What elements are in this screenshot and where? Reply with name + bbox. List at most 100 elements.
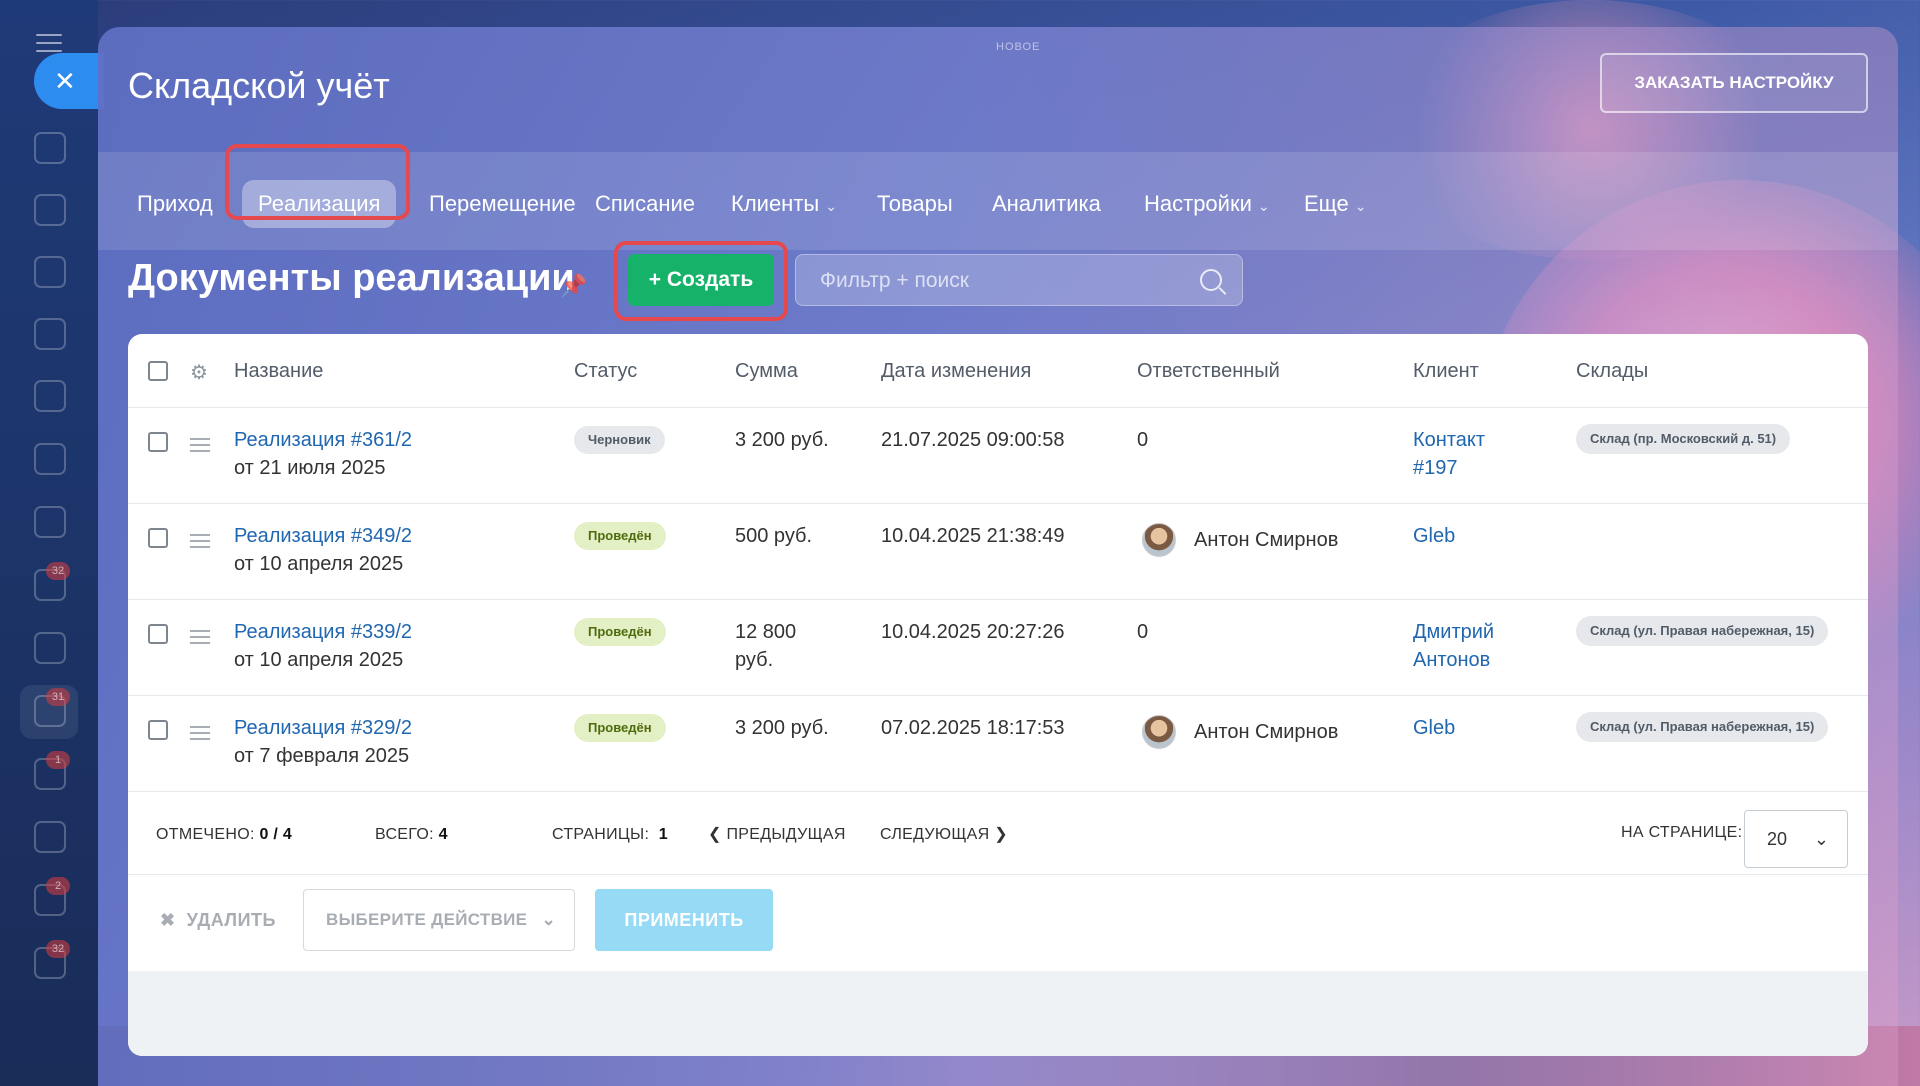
client-link[interactable]: Дмитрий — [1413, 618, 1494, 646]
column-responsible[interactable]: Ответственный — [1137, 334, 1280, 408]
table-row[interactable]: Реализация #361/2 от 21 июля 2025 Чернов… — [128, 408, 1868, 504]
table-row[interactable]: Реализация #329/2 от 7 февраля 2025 Пров… — [128, 696, 1868, 792]
drag-handle-icon[interactable] — [190, 726, 210, 744]
grid-header: ⚙ Название Статус Сумма Дата изменения О… — [128, 334, 1868, 408]
sum-value: 3 200 руб. — [735, 429, 829, 451]
drag-handle-icon[interactable] — [190, 534, 210, 552]
modified-date: 10.04.2025 21:38:49 — [881, 525, 1065, 547]
warehouse-badge: Склад (ул. Правая набережная, 15) — [1576, 712, 1829, 742]
selected-label: ОТМЕЧЕНО: — [156, 826, 255, 843]
row-checkbox[interactable] — [148, 720, 168, 740]
document-date: от 21 июля 2025 — [234, 457, 386, 479]
tab-tovary[interactable]: Товары — [861, 180, 969, 228]
per-page-value: 20 — [1767, 829, 1788, 849]
highlight-frame — [225, 144, 410, 220]
column-warehouses[interactable]: Склады — [1576, 334, 1648, 408]
delete-button[interactable]: ✖ УДАЛИТЬ — [160, 875, 276, 965]
chat-icon[interactable] — [34, 256, 66, 288]
chevron-down-icon: ⌄ — [541, 910, 556, 929]
search-placeholder: Фильтр + поиск — [820, 269, 969, 292]
column-client[interactable]: Клиент — [1413, 334, 1479, 408]
chevron-down-icon: ⌄ — [1354, 198, 1367, 214]
tab-label: Приход — [137, 191, 213, 216]
prev-page-button[interactable]: ❮ ПРЕДЫДУЩАЯ — [708, 795, 846, 875]
tab-label: Товары — [877, 191, 953, 216]
status-badge: Проведён — [574, 522, 666, 550]
table-row[interactable]: Реализация #339/2 от 10 апреля 2025 Пров… — [128, 600, 1868, 696]
order-setup-button[interactable]: ЗАКАЗАТЬ НАСТРОЙКУ — [1600, 53, 1868, 113]
column-sum[interactable]: Сумма — [735, 334, 798, 408]
tab-peremeshchenie[interactable]: Перемещение — [413, 180, 592, 228]
per-page-select[interactable]: 20 ⌄ — [1744, 810, 1848, 868]
gear-icon[interactable]: ⚙ — [190, 360, 208, 385]
tasks-badge: 32 — [46, 562, 70, 580]
sum-value: 500 руб. — [735, 525, 813, 547]
responsible: 0 — [1137, 429, 1149, 451]
column-modified[interactable]: Дата изменения — [881, 334, 1031, 408]
apply-button[interactable]: ПРИМЕНИТЬ — [595, 889, 773, 951]
row-checkbox[interactable] — [148, 432, 168, 452]
selected-count: ОТМЕЧЕНО: 0 / 4 — [156, 795, 292, 875]
tab-label: Настройки — [1144, 191, 1252, 216]
row-checkbox[interactable] — [148, 624, 168, 644]
pin-icon[interactable]: 📌 — [560, 273, 587, 299]
table-row[interactable]: Реализация #349/2 от 10 апреля 2025 Пров… — [128, 504, 1868, 600]
tab-nastroyki[interactable]: Настройки ⌄ — [1128, 180, 1286, 228]
select-all-checkbox[interactable] — [148, 361, 168, 381]
tab-spisanie[interactable]: Списание — [579, 180, 711, 228]
action-select[interactable]: ВЫБЕРИТЕ ДЕЙСТВИЕ ⌄ — [303, 889, 575, 951]
people-icon[interactable] — [34, 632, 66, 664]
document-link[interactable]: Реализация #329/2 — [234, 714, 412, 742]
document-link[interactable]: Реализация #361/2 — [234, 426, 412, 454]
column-name[interactable]: Название — [234, 334, 323, 408]
client-link[interactable]: Gleb — [1413, 522, 1455, 550]
warehouse-badge: Склад (ул. Правая набережная, 15) — [1576, 616, 1829, 646]
per-page-label: НА СТРАНИЦЕ: — [1621, 824, 1743, 841]
sum-value: 12 800 — [735, 621, 797, 643]
avatar[interactable] — [1142, 715, 1176, 749]
row-checkbox[interactable] — [148, 528, 168, 548]
document-icon[interactable] — [34, 380, 66, 412]
chevron-down-icon: ⌄ — [1813, 829, 1829, 849]
selected-value: 0 / 4 — [259, 826, 293, 843]
tab-analitika[interactable]: Аналитика — [976, 180, 1117, 228]
tab-prikhod[interactable]: Приход — [121, 180, 229, 228]
tab-eshche[interactable]: Еще ⌄ — [1288, 180, 1383, 228]
status-badge: Проведён — [574, 618, 666, 646]
feed-icon[interactable] — [34, 194, 66, 226]
pages-count: СТРАНИЦЫ: 1 — [552, 795, 668, 875]
responsible[interactable]: Антон Смирнов — [1194, 526, 1338, 554]
document-link[interactable]: Реализация #349/2 — [234, 522, 412, 550]
tab-label: Еще — [1304, 191, 1349, 216]
drag-handle-icon[interactable] — [190, 438, 210, 456]
next-label: СЛЕДУЮЩАЯ — [880, 826, 990, 843]
crm-badge: 31 — [46, 688, 70, 706]
robot-icon[interactable] — [34, 132, 66, 164]
client-link[interactable]: Gleb — [1413, 714, 1455, 742]
card-icon[interactable] — [34, 443, 66, 475]
document-date: от 7 февраля 2025 — [234, 745, 410, 767]
drag-handle-icon[interactable] — [190, 630, 210, 648]
column-status[interactable]: Статус — [574, 334, 637, 408]
client-link[interactable]: Антонов — [1413, 646, 1490, 674]
menu-icon[interactable] — [36, 34, 62, 52]
chart-icon[interactable] — [34, 821, 66, 853]
action-bar: ✖ УДАЛИТЬ ВЫБЕРИТЕ ДЕЙСТВИЕ ⌄ ПРИМЕНИТЬ — [128, 875, 1868, 971]
search-icon[interactable] — [1200, 269, 1222, 291]
close-slider-button[interactable]: ✕ — [34, 53, 104, 109]
filter-search-input[interactable]: Фильтр + поиск — [795, 254, 1243, 306]
tab-label: Клиенты — [731, 191, 820, 216]
mail-icon[interactable] — [34, 506, 66, 538]
tab-klienty[interactable]: Клиенты ⌄ — [715, 180, 853, 228]
document-link[interactable]: Реализация #339/2 — [234, 618, 412, 646]
avatar[interactable] — [1142, 523, 1176, 557]
total-value: 4 — [438, 826, 448, 843]
document-date: от 10 апреля 2025 — [234, 553, 404, 575]
client-link[interactable]: Контакт — [1413, 426, 1485, 454]
responsible[interactable]: Антон Смирнов — [1194, 718, 1338, 746]
calendar-icon[interactable] — [34, 318, 66, 350]
list-badge: 32 — [46, 940, 70, 958]
next-page-button[interactable]: СЛЕДУЮЩАЯ ❯ — [880, 795, 1008, 875]
client-link[interactable]: #197 — [1413, 454, 1458, 482]
modified-date: 07.02.2025 18:17:53 — [881, 717, 1065, 739]
